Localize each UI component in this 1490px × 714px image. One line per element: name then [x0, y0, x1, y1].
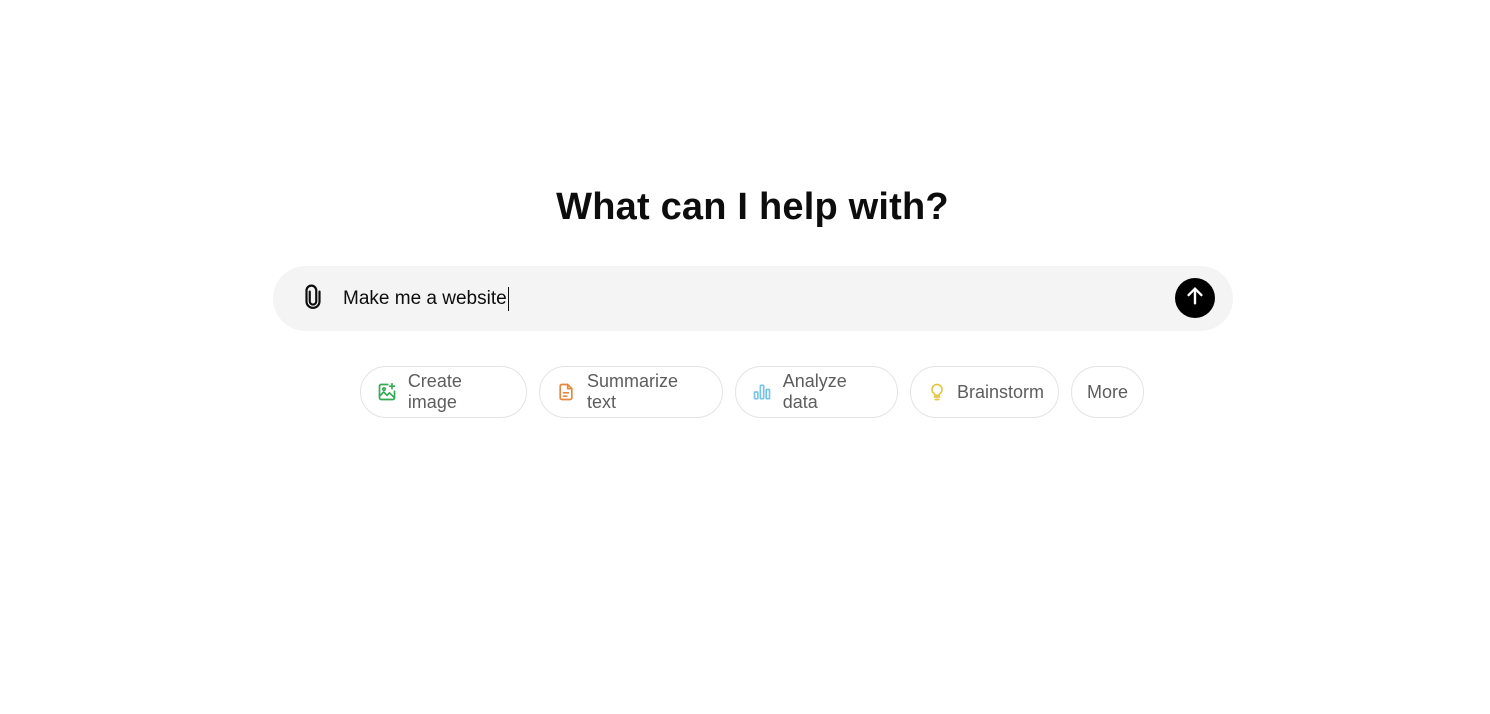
more-label: More: [1086, 381, 1128, 402]
analyze-data-label: Analyze data: [782, 371, 847, 412]
brainstorm-label: Brainstorm: [957, 381, 1045, 402]
text-caret: [507, 287, 509, 311]
prompt-composer[interactable]: Make me a website: [273, 266, 1233, 331]
document-icon: [556, 381, 577, 403]
prompt-text: Make me a website: [343, 288, 507, 309]
lightbulb-icon: [927, 381, 947, 403]
send-button[interactable]: [1175, 278, 1215, 318]
summarize-text-label: Summarize text: [586, 371, 678, 412]
suggestion-chips: Create image Summarize text Analyze data…: [360, 366, 1144, 418]
page-title: What can I help with?: [556, 186, 949, 228]
prompt-input[interactable]: Make me a website: [343, 286, 509, 312]
attach-button[interactable]: [297, 283, 329, 315]
arrow-up-icon: [1184, 285, 1206, 312]
create-image-label: Create image: [407, 371, 462, 412]
bar-chart-icon: [752, 381, 773, 403]
brainstorm-button[interactable]: Brainstorm: [910, 366, 1059, 418]
paperclip-icon: [300, 283, 326, 316]
page: What can I help with? Make me a website: [0, 0, 1490, 714]
analyze-data-button[interactable]: Analyze data: [735, 366, 898, 418]
image-sparkle-icon: [377, 381, 398, 403]
summarize-text-button[interactable]: Summarize text: [539, 366, 723, 418]
more-button[interactable]: More: [1071, 366, 1144, 418]
create-image-button[interactable]: Create image: [360, 366, 527, 418]
